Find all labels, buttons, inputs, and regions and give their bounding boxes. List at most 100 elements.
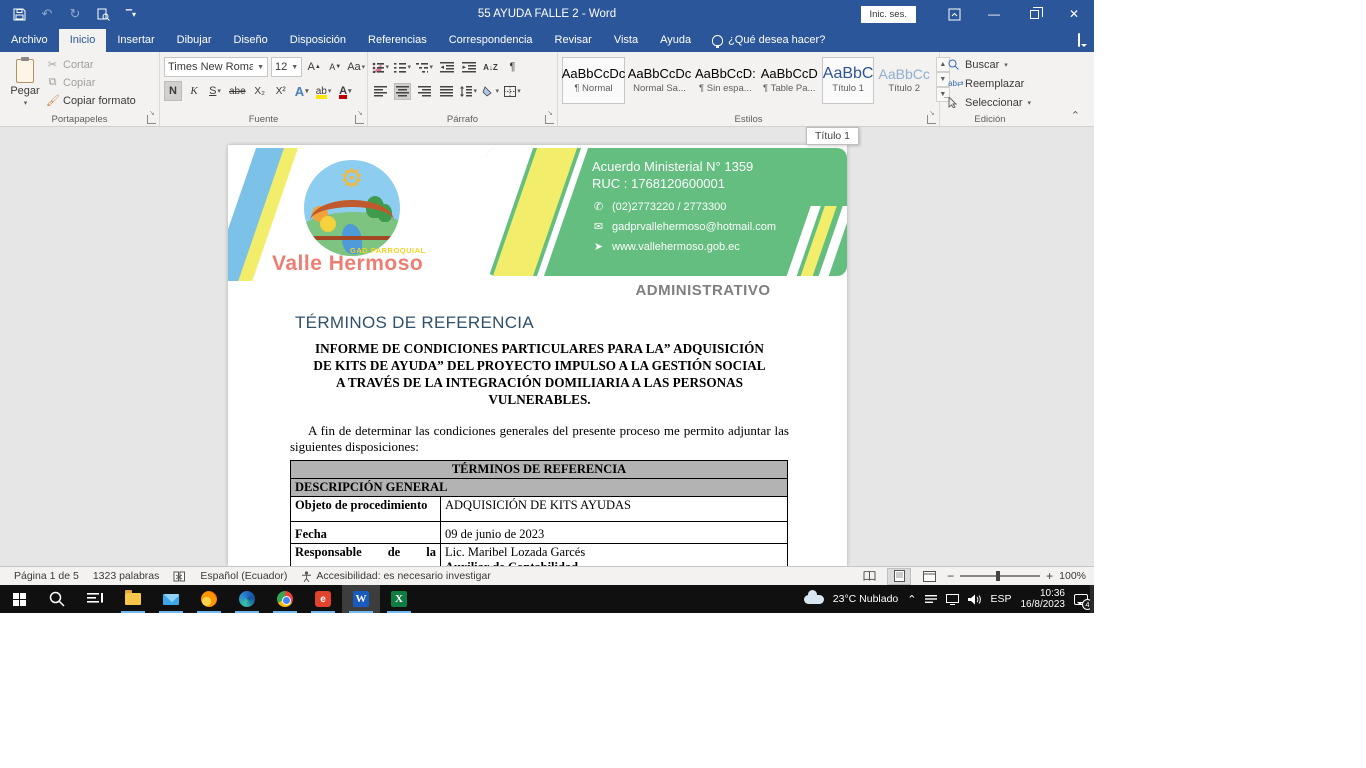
sort-icon[interactable]: A↓Z bbox=[482, 59, 499, 76]
decrease-indent-icon[interactable] bbox=[438, 59, 455, 76]
change-case-icon[interactable]: Aa▾ bbox=[347, 57, 365, 77]
strikethrough-button[interactable]: abe bbox=[227, 81, 248, 101]
bold-button[interactable]: N bbox=[164, 81, 182, 101]
ribbon-display-options-icon[interactable] bbox=[934, 0, 974, 28]
highlight-color-icon[interactable]: ab▾ bbox=[314, 81, 334, 101]
align-left-icon[interactable] bbox=[372, 83, 389, 100]
style-sin-espaciado[interactable]: AaBbCcD: ¶ Sin espa... bbox=[694, 57, 757, 104]
tray-chevron-up-icon[interactable]: ⌃ bbox=[907, 593, 916, 606]
tab-disposicion[interactable]: Disposición bbox=[279, 29, 357, 52]
grow-font-icon[interactable]: A▲ bbox=[305, 57, 323, 77]
proofing-icon[interactable] bbox=[173, 571, 186, 582]
borders-icon[interactable]: ▾ bbox=[504, 83, 521, 100]
chrome-button[interactable] bbox=[266, 585, 304, 613]
save-icon[interactable] bbox=[12, 7, 26, 21]
tab-diseno[interactable]: Diseño bbox=[223, 29, 279, 52]
excel-taskbar-button[interactable]: X bbox=[380, 585, 418, 613]
tab-correspondencia[interactable]: Correspondencia bbox=[438, 29, 544, 52]
tab-referencias[interactable]: Referencias bbox=[357, 29, 438, 52]
tab-dibujar[interactable]: Dibujar bbox=[166, 29, 223, 52]
web-layout-icon[interactable] bbox=[917, 568, 941, 585]
undo-icon[interactable]: ↶ bbox=[40, 7, 54, 21]
weather-text[interactable]: 23°C Nublado bbox=[833, 593, 899, 605]
page-indicator[interactable]: Página 1 de 5 bbox=[14, 570, 79, 582]
notification-center-icon[interactable]: 4 bbox=[1074, 594, 1088, 605]
style-table-paragraph[interactable]: AaBbCcD ¶ Table Pa... bbox=[760, 57, 819, 104]
paste-button[interactable]: Pegar ▾ bbox=[4, 55, 46, 111]
subscript-button[interactable]: X₂ bbox=[251, 81, 269, 101]
shrink-font-icon[interactable]: A▼ bbox=[326, 57, 344, 77]
align-center-icon[interactable] bbox=[394, 83, 411, 100]
tab-insertar[interactable]: Insertar bbox=[106, 29, 165, 52]
close-button[interactable]: ✕ bbox=[1054, 0, 1094, 28]
firefox-button[interactable] bbox=[190, 585, 228, 613]
select-button[interactable]: Seleccionar▾ bbox=[948, 95, 1032, 110]
collapse-ribbon-icon[interactable]: ⌃ bbox=[1071, 109, 1080, 122]
zoom-out-icon[interactable]: − bbox=[947, 569, 954, 583]
start-button[interactable] bbox=[0, 585, 38, 613]
redo-icon[interactable]: ↻ bbox=[68, 7, 82, 21]
format-painter-button[interactable]: 🖌︎Copiar formato bbox=[46, 93, 136, 108]
print-layout-icon[interactable] bbox=[887, 568, 911, 585]
document-page[interactable]: ⚙ GAD PARROQUIAL Valle Hermoso bbox=[228, 145, 847, 566]
superscript-button[interactable]: X² bbox=[272, 81, 290, 101]
styles-dialog-launcher-icon[interactable] bbox=[927, 115, 936, 124]
increase-indent-icon[interactable] bbox=[460, 59, 477, 76]
file-explorer-button[interactable] bbox=[114, 585, 152, 613]
keyboard-language[interactable]: ESP bbox=[990, 593, 1011, 605]
document-area[interactable]: ⚙ GAD PARROQUIAL Valle Hermoso bbox=[0, 127, 1094, 566]
print-preview-icon[interactable] bbox=[96, 7, 110, 21]
taskbar-search-button[interactable] bbox=[38, 585, 76, 613]
underline-button[interactable]: S▾ bbox=[206, 81, 224, 101]
font-dialog-launcher-icon[interactable] bbox=[355, 115, 364, 124]
zoom-slider-handle[interactable] bbox=[996, 571, 1000, 581]
align-right-icon[interactable] bbox=[416, 83, 433, 100]
show-desktop-button[interactable] bbox=[1090, 585, 1094, 613]
copy-button[interactable]: ⧉Copiar bbox=[46, 75, 136, 90]
cut-button[interactable]: ✂Cortar bbox=[46, 57, 136, 72]
line-spacing-icon[interactable]: ▾ bbox=[460, 83, 477, 100]
tab-revisar[interactable]: Revisar bbox=[544, 29, 603, 52]
clipboard-dialog-launcher-icon[interactable] bbox=[147, 115, 156, 124]
justify-icon[interactable] bbox=[438, 83, 455, 100]
numbering-icon[interactable]: ▾ bbox=[394, 59, 411, 76]
font-color-icon[interactable]: A▾ bbox=[336, 81, 354, 101]
tab-archivo[interactable]: Archivo bbox=[0, 29, 59, 52]
zoom-slider-track[interactable] bbox=[960, 575, 1040, 577]
zoom-percent[interactable]: 100% bbox=[1059, 570, 1086, 582]
customize-qat-icon[interactable]: ▔▾ bbox=[124, 7, 138, 21]
mail-button[interactable] bbox=[152, 585, 190, 613]
task-view-button[interactable] bbox=[76, 585, 114, 613]
read-mode-icon[interactable] bbox=[857, 568, 881, 585]
tab-vista[interactable]: Vista bbox=[603, 29, 649, 52]
replace-button[interactable]: ab⇄ Reemplazar bbox=[948, 76, 1032, 91]
italic-button[interactable]: K bbox=[185, 81, 203, 101]
shading-icon[interactable]: ▾ bbox=[482, 83, 499, 100]
text-effects-icon[interactable]: A▾ bbox=[293, 81, 311, 101]
style-titulo-2[interactable]: AaBbCc Título 2 bbox=[877, 57, 930, 104]
font-size-combo[interactable]: 12▼ bbox=[271, 57, 302, 77]
multilevel-list-icon[interactable]: ▾ bbox=[416, 59, 433, 76]
paragraph-dialog-launcher-icon[interactable] bbox=[545, 115, 554, 124]
bullets-icon[interactable]: ▾ bbox=[372, 59, 389, 76]
edge-button[interactable] bbox=[228, 585, 266, 613]
network-icon[interactable] bbox=[946, 594, 959, 605]
tell-me-box[interactable]: ¿Qué desea hacer? bbox=[702, 34, 835, 52]
tray-app-icon[interactable] bbox=[925, 594, 937, 604]
comments-icon[interactable] bbox=[1064, 34, 1094, 52]
accessibility-status[interactable]: Accesibilidad: es necesario investigar bbox=[301, 570, 491, 582]
tab-ayuda[interactable]: Ayuda bbox=[649, 29, 702, 52]
font-name-combo[interactable]: Times New Roma▼ bbox=[164, 57, 268, 77]
style-normal-sa[interactable]: AaBbCcDc Normal Sa... bbox=[628, 57, 691, 104]
minimize-button[interactable]: — bbox=[974, 0, 1014, 28]
word-taskbar-button[interactable]: W bbox=[342, 585, 380, 613]
tab-inicio[interactable]: Inicio bbox=[59, 29, 107, 52]
zoom-in-icon[interactable]: + bbox=[1046, 569, 1053, 583]
style-titulo-1[interactable]: AaBbC Título 1 bbox=[822, 57, 875, 104]
pdf-app-button[interactable]: e bbox=[304, 585, 342, 613]
restore-button[interactable] bbox=[1014, 0, 1054, 28]
show-marks-icon[interactable]: ¶ bbox=[504, 59, 521, 76]
style-normal[interactable]: AaBbCcDc ¶ Normal bbox=[562, 57, 625, 104]
volume-icon[interactable] bbox=[968, 594, 981, 605]
clock[interactable]: 10:36 16/8/2023 bbox=[1021, 588, 1066, 610]
